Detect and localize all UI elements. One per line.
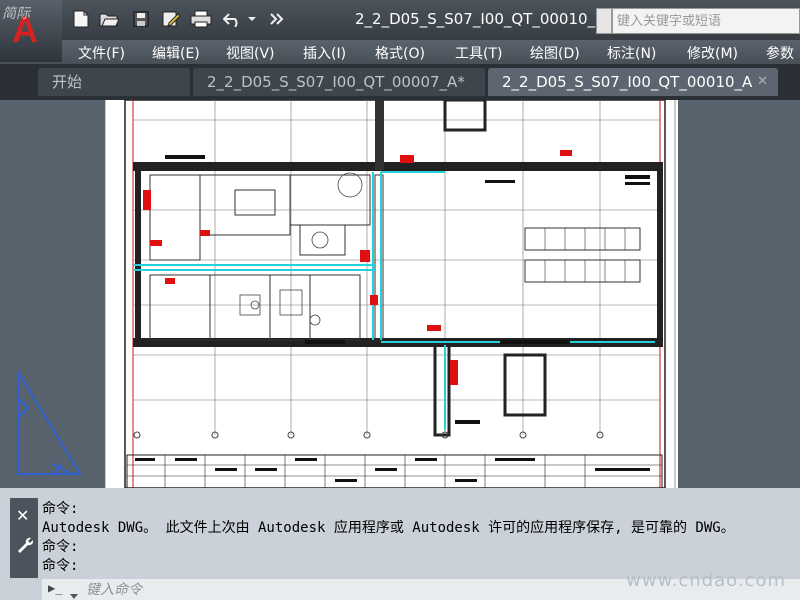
menu-draw[interactable]: 绘图(D) <box>530 43 580 63</box>
dropdown-icon[interactable] <box>245 8 259 30</box>
document-title: 2_2_D05_S_S07_I00_QT_00010_... <box>355 10 610 28</box>
close-tab-icon[interactable]: ✕ <box>757 68 768 96</box>
autocad-window: 2_2_D05_S_S07_I00_QT_00010_... A 简际 文件(F… <box>0 0 800 600</box>
menu-format[interactable]: 格式(O) <box>375 43 425 63</box>
layout-sheet <box>105 100 678 488</box>
search-options-button[interactable] <box>596 8 612 34</box>
menu-view[interactable]: 视图(V) <box>226 43 275 63</box>
history-line: 命令: <box>42 501 79 517</box>
menu-file[interactable]: 文件(F) <box>78 43 125 63</box>
chevron-down-icon[interactable] <box>70 585 78 600</box>
drawing-canvas[interactable] <box>0 100 800 488</box>
tab-drawing-00007[interactable]: 2_2_D05_S_S07_I00_QT_00007_A* <box>193 68 485 96</box>
search-input[interactable] <box>613 9 799 33</box>
undo-icon[interactable] <box>222 8 244 30</box>
open-icon[interactable] <box>98 8 120 30</box>
application-menu-button[interactable]: A 简际 <box>0 0 62 62</box>
command-history: 命令: Autodesk DWG。 此文件上次由 Autodesk 应用程序或 … <box>42 500 800 576</box>
menu-parametric[interactable]: 参数 <box>766 43 794 63</box>
floor-plan-drawing <box>105 100 676 488</box>
signature-watermark: 简际 <box>2 6 30 22</box>
menu-insert[interactable]: 插入(I) <box>303 43 346 63</box>
ucs-icon <box>17 368 82 475</box>
save-icon[interactable] <box>130 8 152 30</box>
title-bar: 2_2_D05_S_S07_I00_QT_00010_... <box>0 0 800 40</box>
menu-edit[interactable]: 编辑(E) <box>152 43 200 63</box>
saveas-icon[interactable] <box>160 8 182 30</box>
history-line: Autodesk DWG。 此文件上次由 Autodesk 应用程序或 Auto… <box>42 520 735 536</box>
menu-modify[interactable]: 修改(M) <box>687 43 738 63</box>
tab-drawing-00010[interactable]: 2_2_D05_S_S07_I00_QT_00010_A ✕ <box>488 68 778 96</box>
close-command-window-icon[interactable]: ✕ <box>16 506 29 525</box>
menu-bar: 文件(F) 编辑(E) 视图(V) 插入(I) 格式(O) 工具(T) 绘图(D… <box>0 40 800 64</box>
tab-start[interactable]: 开始 <box>38 68 190 96</box>
tab-label: 2_2_D05_S_S07_I00_QT_00010_A <box>502 73 753 91</box>
site-watermark: www.cndao.com <box>626 570 786 591</box>
menu-dimension[interactable]: 标注(N) <box>607 43 656 63</box>
search-box[interactable] <box>612 8 800 34</box>
history-line: 命令: <box>42 539 79 555</box>
customize-wrench-icon[interactable] <box>15 536 33 554</box>
more-icon[interactable] <box>266 8 288 30</box>
plot-icon[interactable] <box>190 8 212 30</box>
command-window-controls: ✕ <box>10 498 38 578</box>
new-icon[interactable] <box>70 8 92 30</box>
command-prompt-icon[interactable]: ▶_ <box>48 581 62 595</box>
menu-tools[interactable]: 工具(T) <box>455 43 502 63</box>
